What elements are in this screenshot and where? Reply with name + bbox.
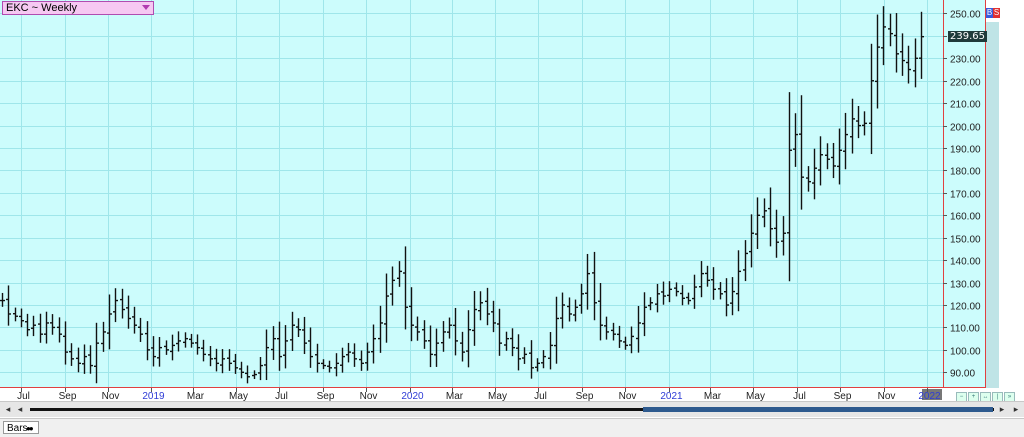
horizontal-scrollbar[interactable]: ◂ ◂ ▸ ▸: [0, 401, 1024, 417]
y-tick-label: 210.00: [950, 100, 981, 111]
y-tick-label: 170.00: [950, 190, 981, 201]
month-label: Mar: [446, 391, 464, 401]
scroll-right-icon[interactable]: ▸: [997, 404, 1007, 414]
month-label: Nov: [102, 391, 120, 401]
month-label: Jul: [17, 391, 30, 401]
y-tick-label: 90.00: [950, 369, 975, 380]
scroll-thumb[interactable]: [643, 407, 993, 412]
month-label: Jul: [793, 391, 806, 401]
month-label: Sep: [576, 391, 594, 401]
month-label: Jul: [275, 391, 288, 401]
y-tick-label: 190.00: [950, 145, 981, 156]
right-gutter-strip: [986, 22, 999, 388]
y-tick-label: 160.00: [950, 212, 981, 223]
symbol-selector[interactable]: EKC ~ Weekly: [2, 1, 154, 15]
month-label: Nov: [878, 391, 896, 401]
y-tick-label: 120.00: [950, 302, 981, 313]
month-label: Nov: [619, 391, 637, 401]
month-label: May: [229, 391, 248, 401]
y-tick-label: 150.00: [950, 235, 981, 246]
last-price-tag: 239.65: [948, 31, 987, 42]
month-label: Nov: [360, 391, 378, 401]
dropdown-arrow-icon[interactable]: [142, 5, 150, 10]
month-label: May: [488, 391, 507, 401]
y-tick-label: 220.00: [950, 78, 981, 89]
y-tick-label: 250.00: [950, 10, 981, 21]
y-tick-label: 200.00: [950, 123, 981, 134]
y-tick-label: 140.00: [950, 257, 981, 268]
buy-badge[interactable]: B: [986, 8, 993, 18]
y-tick-label: 180.00: [950, 167, 981, 178]
year-label: 2019: [142, 391, 165, 401]
year-label: 2022: [918, 391, 941, 401]
scroll-left-far-icon[interactable]: ◂: [3, 404, 13, 414]
month-label: Mar: [704, 391, 722, 401]
price-chart: 90.00 100.00 110.00 120.00 130.00 140.00 150.0…: [0, 0, 1024, 401]
month-label: Mar: [187, 391, 205, 401]
y-tick-label: 130.00: [950, 280, 981, 291]
scroll-right-far-icon[interactable]: ▸: [1011, 404, 1021, 414]
bars-tab[interactable]: Bars ●●: [3, 421, 39, 434]
bars-tab-label: Bars: [7, 423, 28, 434]
symbol-label: EKC ~ Weekly: [6, 2, 78, 14]
chart-frame: 90.00 100.00 110.00 120.00 130.00 140.00 150.0…: [0, 0, 1024, 437]
y-tick-label: 110.00: [950, 324, 980, 335]
month-label: Sep: [59, 391, 77, 401]
year-label: 2020: [401, 391, 424, 401]
month-label: Jul: [534, 391, 547, 401]
sell-badge[interactable]: S: [993, 8, 1000, 18]
month-label: Sep: [317, 391, 335, 401]
month-label: Sep: [834, 391, 852, 401]
link-icon: ●●: [26, 424, 34, 433]
year-label: 2021: [660, 391, 683, 401]
month-label: May: [746, 391, 765, 401]
scroll-left-icon[interactable]: ◂: [15, 404, 25, 414]
y-tick-label: 100.00: [950, 347, 981, 358]
status-bar: Bars ●●: [0, 418, 1024, 437]
y-tick-label: 230.00: [950, 55, 981, 66]
